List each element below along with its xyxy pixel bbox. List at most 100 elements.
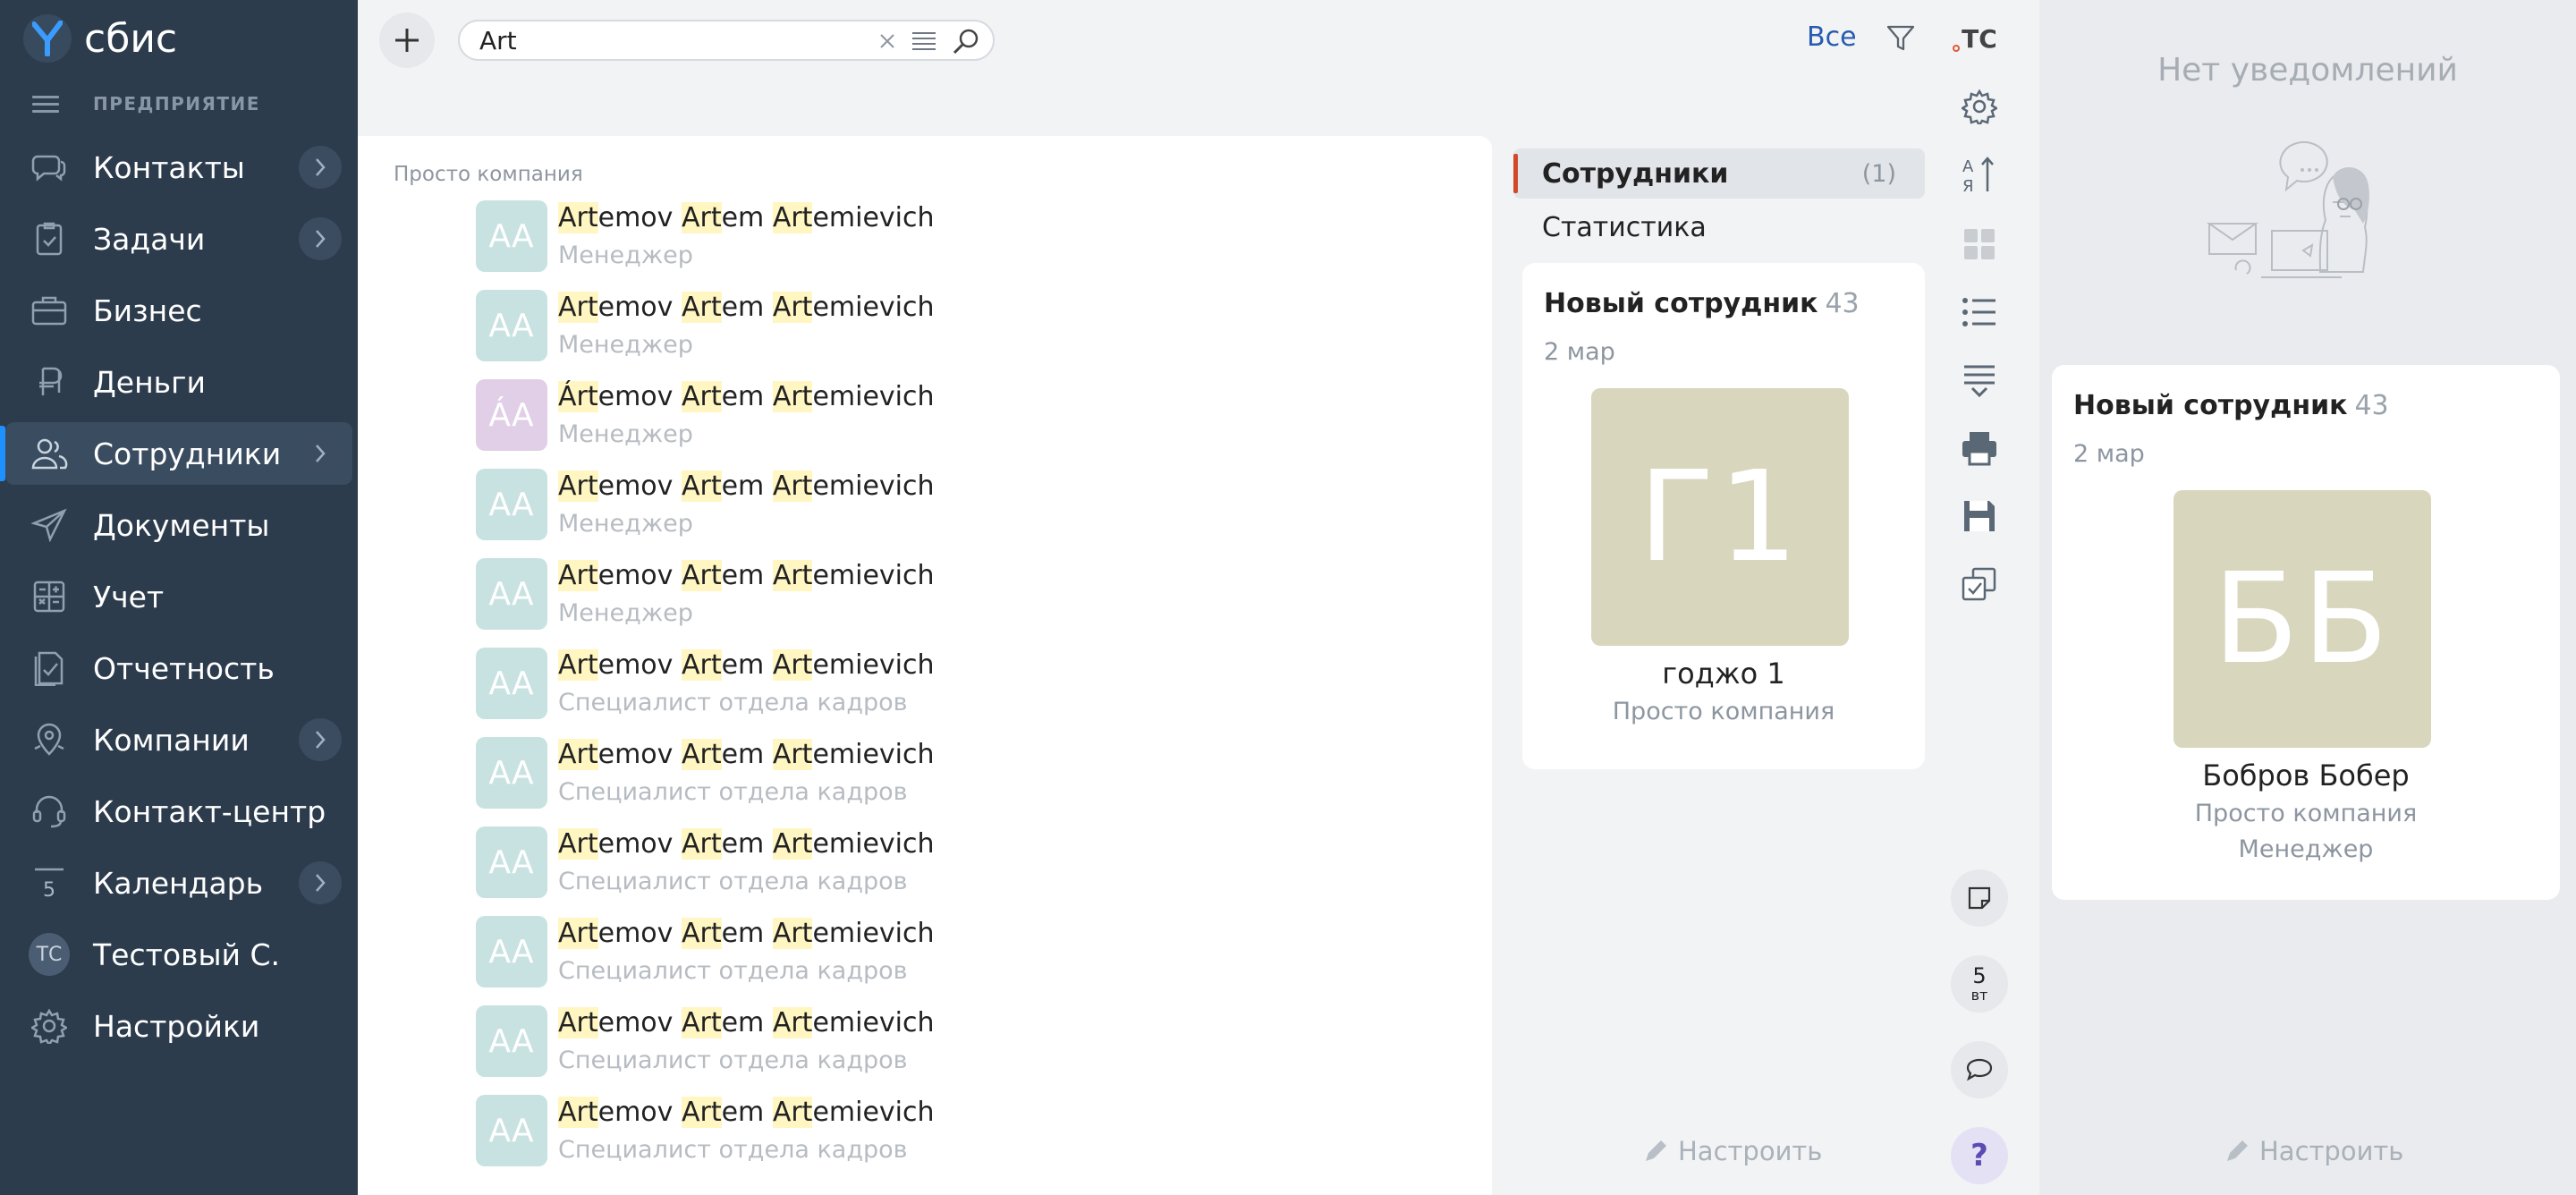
avatar[interactable]: АА: [476, 469, 547, 540]
sidebar-item-employees[interactable]: Сотрудники: [0, 422, 352, 485]
employee-row[interactable]: ÁА Ártemov Artem Artemievich Менеджер: [476, 379, 1281, 469]
sidebar-item-companies[interactable]: Компании: [5, 708, 352, 771]
save-button[interactable]: [1946, 488, 2012, 544]
search-highlight: Art: [558, 1007, 598, 1038]
avatar[interactable]: АА: [476, 290, 547, 361]
notifications-configure-button[interactable]: Настроить: [2224, 1136, 2403, 1166]
menu-icon[interactable]: [32, 91, 59, 117]
funnel-filter-icon[interactable]: [1885, 23, 1916, 54]
employee-position: Специалист отдела кадров: [558, 689, 908, 716]
avatar[interactable]: АА: [476, 737, 547, 809]
sidebar-item-documents[interactable]: Документы: [5, 494, 352, 556]
search-highlight: Art: [772, 918, 813, 949]
search-highlight: Art: [772, 649, 813, 681]
add-button[interactable]: [379, 13, 435, 68]
sidebar-item-profile[interactable]: ТС Тестовый С.: [5, 923, 352, 986]
status-dot: [1953, 44, 1961, 52]
help-icon: ?: [1970, 1138, 1988, 1174]
sbis-logo[interactable]: сбис: [23, 13, 177, 64]
sidebar-item-contact-center[interactable]: Контакт-центр: [5, 780, 352, 843]
facets-panel: Сотрудники (1) Статистика: [1513, 148, 1925, 252]
search-highlight: Art: [558, 202, 598, 233]
briefcase-icon: [29, 290, 70, 331]
avatar[interactable]: АА: [476, 1095, 547, 1166]
avatar[interactable]: ÁА: [476, 379, 547, 451]
sidebar-item-settings[interactable]: Настройки: [5, 995, 352, 1057]
search-icon[interactable]: [952, 27, 980, 55]
avatar[interactable]: АА: [476, 916, 547, 987]
list-filter-icon[interactable]: [911, 30, 937, 52]
search-highlight: Art: [558, 739, 598, 770]
search-highlight: Art: [772, 1097, 813, 1128]
user-account[interactable]: ТС: [1946, 11, 2012, 66]
employee-row[interactable]: АА Artemov Artem Artemievich Специалист от…: [476, 1005, 1281, 1095]
sidebar-item-label: Контакт-центр: [93, 793, 326, 829]
sidebar-item-money[interactable]: Деньги: [5, 351, 352, 413]
employee-row[interactable]: АА Artemov Artem Artemievich Менеджер: [476, 469, 1281, 558]
name-part: emievich: [812, 1097, 935, 1128]
notification-card[interactable]: Новый сотрудник 43 2 мар ББ Бобров Бобер …: [2052, 365, 2560, 900]
chevron-right-icon[interactable]: [299, 146, 342, 189]
employee-photo[interactable]: Г1: [1591, 388, 1849, 646]
employee-row[interactable]: АА Artemov Artem Artemievich Специалист от…: [476, 737, 1281, 826]
chevron-right-icon[interactable]: [299, 718, 342, 761]
calculator-icon: [29, 576, 70, 617]
sbis-logo-icon: [23, 14, 72, 63]
notifications-panel: Нет уведомлений Новый сотрудник 43 2 мар …: [2039, 0, 2576, 1195]
employee-photo[interactable]: ББ: [2174, 490, 2431, 748]
avatar: ТС: [29, 933, 70, 976]
chat-button[interactable]: [1951, 1041, 2008, 1098]
facet-employees[interactable]: Сотрудники (1): [1513, 148, 1925, 199]
sidebar-item-accounting[interactable]: Учет: [5, 565, 352, 628]
avatar[interactable]: АА: [476, 648, 547, 719]
employee-position: Специалист отдела кадров: [558, 1047, 908, 1074]
facet-statistics[interactable]: Статистика: [1513, 202, 1925, 252]
sidebar-item-calendar[interactable]: 5 Календарь: [5, 852, 352, 914]
settings-button[interactable]: [1946, 79, 2012, 134]
print-button[interactable]: [1946, 420, 2012, 476]
org-switcher[interactable]: ПРЕДПРИЯТИЕ: [32, 88, 260, 120]
chat-bubble-icon: [1966, 1058, 1993, 1081]
collapse-button[interactable]: [1946, 352, 2012, 408]
sidebar-item-tasks[interactable]: Задачи: [5, 208, 352, 270]
search-input[interactable]: [479, 25, 855, 55]
new-employee-card[interactable]: Новый сотрудник 43 2 мар Г1 годжо 1 Прост…: [1522, 263, 1925, 769]
employee-row[interactable]: АА Artemov Artem Artemievich Специалист от…: [476, 1095, 1281, 1184]
help-button[interactable]: ?: [1951, 1127, 2008, 1184]
employee-row[interactable]: АА Artemov Artem Artemievich Специалист от…: [476, 916, 1281, 1005]
sidebar-item-business[interactable]: Бизнес: [5, 279, 352, 342]
tile-view-button[interactable]: [1946, 216, 2012, 272]
sidebar-item-reports[interactable]: Отчетность: [5, 637, 352, 699]
mass-select-button[interactable]: [1946, 556, 2012, 612]
sort-button[interactable]: AЯ: [1946, 147, 2012, 202]
clear-icon[interactable]: [878, 32, 896, 50]
employee-name[interactable]: Бобров Бобер: [2052, 759, 2560, 792]
list-view-button[interactable]: [1946, 284, 2012, 340]
search-field[interactable]: [458, 20, 995, 61]
employee-row[interactable]: АА Artemov Artem Artemievich Менеджер: [476, 200, 1281, 290]
avatar[interactable]: АА: [476, 826, 547, 898]
employee-name: Artemov Artem Artemievich: [558, 1007, 935, 1038]
chevron-right-icon[interactable]: [299, 217, 342, 260]
employee-row[interactable]: АА Artemov Artem Artemievich Менеджер: [476, 290, 1281, 379]
filter-all-link[interactable]: Все: [1807, 21, 1857, 53]
chevron-right-icon[interactable]: [299, 432, 342, 475]
employee-name[interactable]: годжо 1: [1522, 657, 1925, 691]
calendar-date-button[interactable]: 5 вт: [1951, 955, 2008, 1013]
notes-button[interactable]: [1951, 869, 2008, 927]
employee-company: Просто компания: [1612, 698, 1835, 725]
configure-button[interactable]: Настроить: [1642, 1136, 1822, 1166]
employee-row[interactable]: АА Artemov Artem Artemievich Менеджер: [476, 558, 1281, 648]
avatar[interactable]: АА: [476, 558, 547, 630]
name-part: em: [721, 381, 765, 412]
avatar[interactable]: АА: [476, 1005, 547, 1077]
name-part: emov: [597, 202, 674, 233]
name-part: em: [721, 918, 765, 949]
employee-row[interactable]: АА Artemov Artem Artemievich Специалист от…: [476, 648, 1281, 737]
avatar[interactable]: АА: [476, 200, 547, 272]
card-title: Новый сотрудник 43: [2073, 390, 2389, 421]
sidebar-item-contacts[interactable]: Контакты: [5, 136, 352, 199]
employee-row[interactable]: АА Artemov Artem Artemievich Специалист от…: [476, 826, 1281, 916]
chevron-right-icon[interactable]: [299, 861, 342, 904]
name-part: em: [721, 739, 765, 770]
